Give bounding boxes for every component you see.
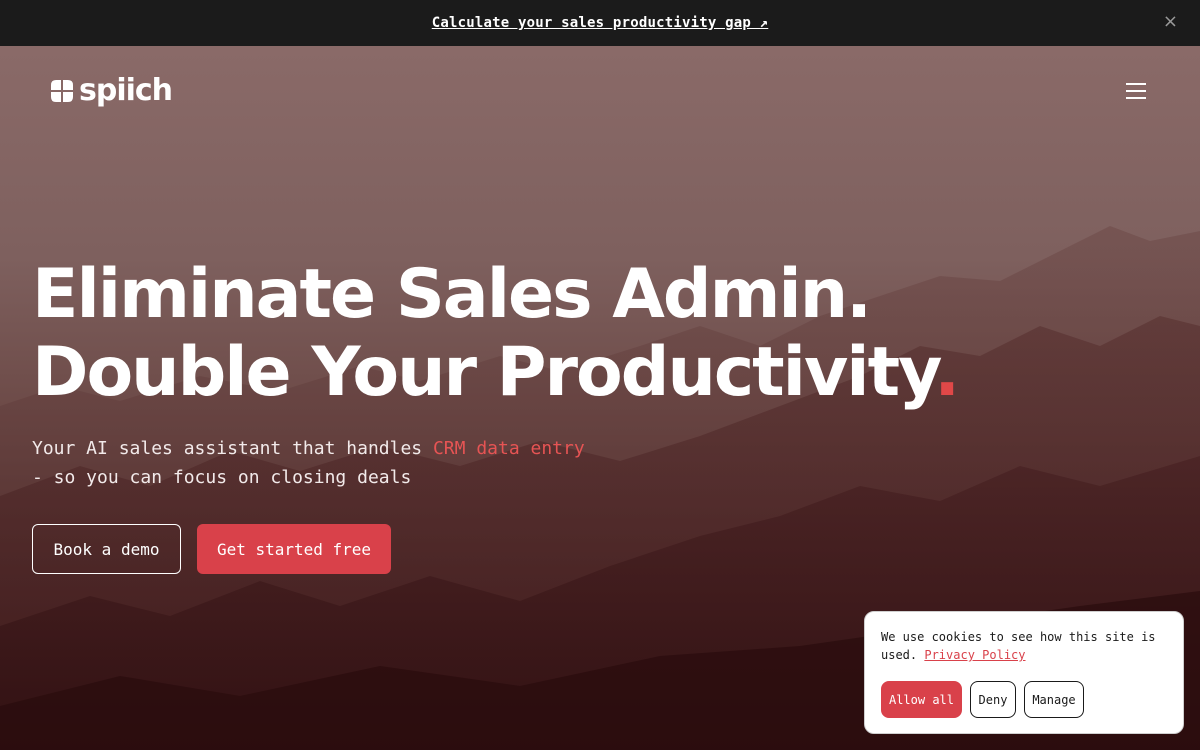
close-icon[interactable]: × <box>1163 13 1178 31</box>
cookie-actions: Allow all Deny Manage <box>881 681 1084 718</box>
headline-line-2: Double Your Productivity <box>32 333 936 412</box>
spiich-logo[interactable]: spiich <box>49 73 173 108</box>
productivity-gap-link[interactable]: Calculate your sales productivity gap ↗ <box>432 15 769 31</box>
hero-headline: Eliminate Sales Admin. Double Your Produ… <box>32 255 960 412</box>
hamburger-menu-icon[interactable] <box>1124 83 1148 103</box>
privacy-policy-link[interactable]: Privacy Policy <box>924 648 1025 662</box>
hero-subtitle: Your AI sales assistant that handles CRM… <box>32 434 632 492</box>
headline-accent-dot: . <box>934 333 960 412</box>
spiich-logo-icon <box>51 80 73 102</box>
logo-wordmark: spiich <box>79 73 173 108</box>
manage-button[interactable]: Manage <box>1024 681 1084 718</box>
deny-button[interactable]: Deny <box>970 681 1016 718</box>
headline-line-1: Eliminate Sales Admin. <box>32 255 872 334</box>
book-demo-button[interactable]: Book a demo <box>32 524 181 574</box>
allow-all-button[interactable]: Allow all <box>881 681 962 718</box>
cookie-message: We use cookies to see how this site is u… <box>881 628 1167 664</box>
cookie-banner: We use cookies to see how this site is u… <box>864 611 1184 734</box>
subtitle-highlight: CRM data entry <box>432 438 585 459</box>
announcement-bar: Calculate your sales productivity gap ↗ … <box>0 0 1200 46</box>
subtitle-text: Your AI sales assistant that handles <box>32 438 433 459</box>
subtitle-text-2: - so you can focus on closing deals <box>32 467 412 488</box>
get-started-button[interactable]: Get started free <box>197 524 391 574</box>
